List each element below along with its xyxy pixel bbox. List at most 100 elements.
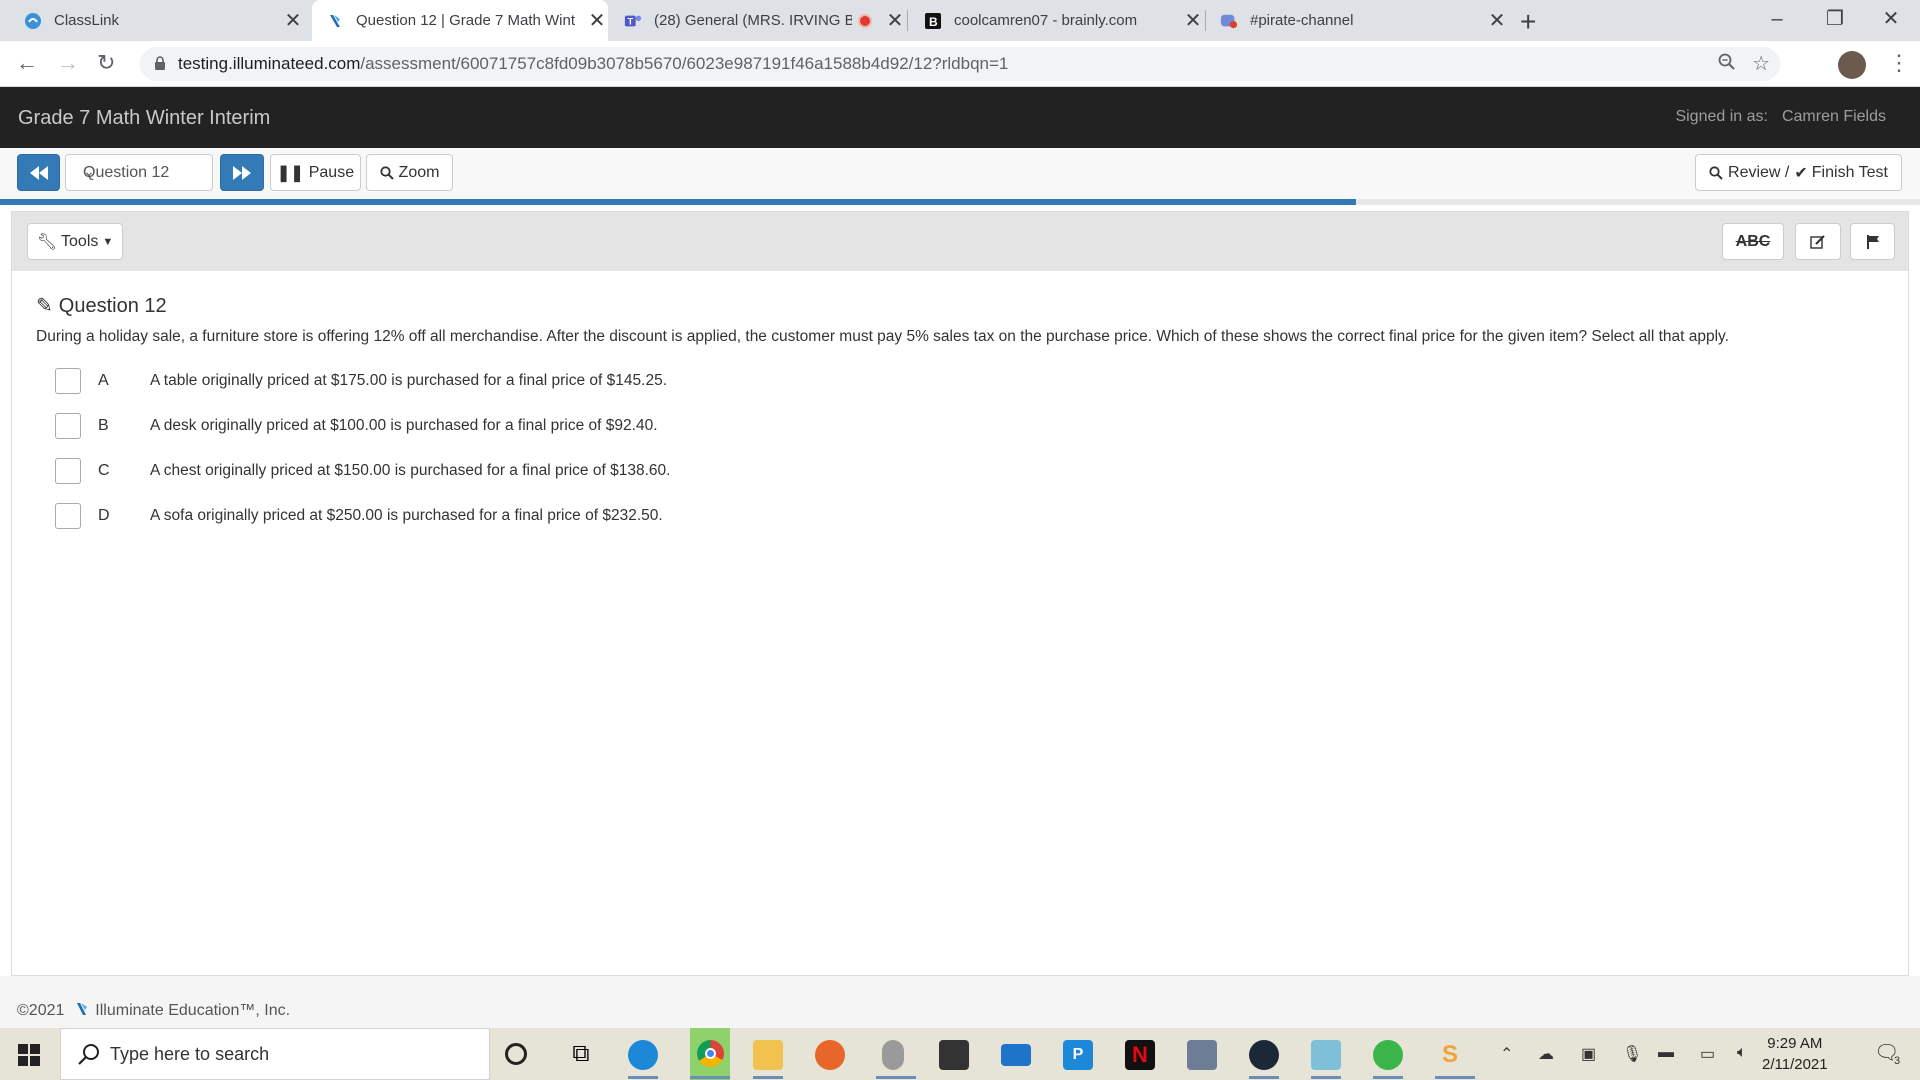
steam-icon[interactable]: [1249, 1040, 1279, 1070]
file-explorer-icon[interactable]: [753, 1040, 783, 1070]
s-app-icon[interactable]: S: [1435, 1040, 1465, 1070]
browser-tab-classlink[interactable]: ClassLink ✕: [14, 0, 304, 41]
browser-tab-question[interactable]: Question 12 | Grade 7 Math Wint ✕: [312, 0, 608, 41]
paper-app-icon[interactable]: [1311, 1040, 1341, 1070]
forward-icon[interactable]: →: [57, 50, 79, 76]
bookmark-star-icon[interactable]: ☆: [1752, 51, 1770, 76]
fast-forward-icon: [233, 165, 251, 180]
answer-checkbox[interactable]: [55, 368, 81, 394]
panel-toolbar: 🔧︎ Tools ▼ ABC: [12, 212, 1908, 271]
taskbar-search[interactable]: Type here to search: [60, 1028, 490, 1080]
choice-letter: A: [98, 372, 109, 389]
answer-choice-b[interactable]: B A desk originally priced at $100.00 is…: [55, 411, 658, 441]
notes-button[interactable]: [1795, 223, 1841, 260]
app-icon[interactable]: [1187, 1040, 1217, 1070]
browser-tab-discord[interactable]: #pirate-channel ✕: [1212, 0, 1508, 41]
pandora-icon[interactable]: P: [1063, 1040, 1093, 1070]
url-bar[interactable]: testing.illuminateed.com/assessment/6007…: [140, 47, 1780, 81]
question-title: ✎ Question 12: [36, 293, 167, 318]
reload-icon[interactable]: ↻: [97, 50, 115, 76]
assessment-toolbar: Question 12 ⌄ ❚❚ Pause Zoom Review / ✔ Fi…: [0, 148, 1920, 199]
question-title-text: Question 12: [58, 295, 167, 317]
answer-checkbox[interactable]: [55, 413, 81, 439]
mouse-app-icon[interactable]: [882, 1040, 904, 1070]
onedrive-icon[interactable]: ☁: [1538, 1044, 1554, 1064]
svg-text:B: B: [929, 15, 938, 29]
tab-title: Question 12 | Grade 7 Math Wint: [356, 12, 576, 29]
netflix-icon[interactable]: N: [1125, 1040, 1155, 1070]
tools-dropdown-button[interactable]: 🔧︎ Tools ▼: [27, 223, 123, 260]
browser-tab-brainly[interactable]: B coolcamren07 - brainly.com ✕: [914, 0, 1204, 41]
pause-button[interactable]: ❚❚ Pause: [270, 154, 361, 191]
running-indicator: [628, 1076, 658, 1079]
store-icon[interactable]: [939, 1040, 969, 1070]
profile-avatar[interactable]: [1838, 51, 1866, 79]
close-window-icon[interactable]: ✕: [1862, 0, 1920, 41]
address-toolbar: ← → ↻ testing.illuminateed.com/assessmen…: [0, 41, 1920, 87]
firefox-icon[interactable]: [815, 1040, 845, 1070]
zoom-label: Zoom: [398, 163, 440, 181]
signed-in-label: Signed in as:: [1675, 108, 1768, 125]
signed-in-info: Signed in as: Camren Fields: [1675, 108, 1886, 126]
zoom-magnifier-icon[interactable]: [1718, 53, 1736, 77]
task-view-icon[interactable]: ⧉: [566, 1040, 596, 1070]
cortana-icon[interactable]: [505, 1043, 527, 1065]
chevron-down-icon: ⌄: [83, 163, 95, 179]
answer-choice-a[interactable]: A A table originally priced at $175.00 i…: [55, 366, 667, 396]
question-select[interactable]: Question 12 ⌄: [65, 154, 213, 191]
question-stem: During a holiday sale, a furniture store…: [36, 328, 1729, 345]
microphone-icon[interactable]: 🎙︎: [1622, 1044, 1642, 1064]
battery-icon[interactable]: ▬: [1658, 1044, 1674, 1062]
network-icon[interactable]: ▭: [1700, 1044, 1715, 1064]
answer-choice-c[interactable]: C A chest originally priced at $150.00 i…: [55, 456, 670, 486]
illuminate-icon: [326, 12, 344, 30]
vpn-icon[interactable]: [1373, 1040, 1403, 1070]
meet-now-icon[interactable]: ▣: [1581, 1044, 1596, 1064]
close-tab-icon[interactable]: ✕: [586, 8, 608, 33]
back-icon[interactable]: ←: [16, 50, 38, 76]
running-indicator: [876, 1076, 916, 1079]
minimize-icon[interactable]: –: [1748, 0, 1806, 41]
close-tab-icon[interactable]: ✕: [1486, 8, 1508, 33]
close-tab-icon[interactable]: ✕: [1182, 8, 1204, 33]
illuminate-logo-icon: [76, 1003, 87, 1015]
lock-icon: [154, 56, 166, 76]
classlink-icon: [24, 12, 42, 30]
teams-icon: T: [624, 12, 642, 30]
pause-icon: ❚❚: [276, 164, 304, 182]
restore-icon[interactable]: ❐: [1806, 0, 1864, 41]
wrench-icon: 🔧︎: [36, 233, 58, 251]
tray-chevron-icon[interactable]: ⌃: [1500, 1044, 1513, 1064]
app-header: Grade 7 Math Winter Interim Signed in as…: [0, 87, 1920, 148]
taskbar-clock[interactable]: 9:29 AM 2/11/2021: [1762, 1033, 1828, 1075]
mail-icon[interactable]: [1001, 1044, 1031, 1066]
edge-icon[interactable]: [628, 1040, 658, 1070]
close-tab-icon[interactable]: ✕: [884, 8, 906, 33]
running-indicator: [753, 1076, 783, 1079]
answer-checkbox[interactable]: [55, 503, 81, 529]
review-label: Review /: [1728, 163, 1790, 181]
check-icon: ✔: [1794, 164, 1808, 182]
new-tab-icon[interactable]: +: [1520, 6, 1536, 38]
strikethrough-abc-button[interactable]: ABC: [1722, 223, 1784, 260]
url-text: testing.illuminateed.com/assessment/6007…: [178, 54, 1008, 74]
answer-checkbox[interactable]: [55, 458, 81, 484]
next-question-button[interactable]: [220, 154, 264, 191]
choice-letter: C: [98, 462, 110, 479]
question-panel: 🔧︎ Tools ▼ ABC ✎ Question 12 During a hol…: [11, 211, 1909, 976]
flag-button[interactable]: [1850, 223, 1895, 260]
browser-tab-teams[interactable]: T (28) General (MRS. IRVING B ✕: [616, 0, 906, 41]
previous-question-button[interactable]: [17, 154, 60, 191]
svg-text:T: T: [628, 16, 634, 26]
review-finish-button[interactable]: Review / ✔ Finish Test: [1695, 154, 1902, 191]
search-icon: [379, 165, 394, 180]
volume-icon[interactable]: 🔈︎: [1737, 1044, 1747, 1062]
answer-choice-d[interactable]: D A sofa originally priced at $250.00 is…: [55, 501, 663, 531]
close-tab-icon[interactable]: ✕: [282, 8, 304, 33]
tab-title: coolcamren07 - brainly.com: [954, 12, 1138, 29]
chrome-menu-icon[interactable]: ⋮: [1888, 50, 1910, 76]
zoom-button[interactable]: Zoom: [366, 154, 453, 191]
windows-start-icon[interactable]: [18, 1044, 40, 1066]
notification-count: 3: [1894, 1055, 1901, 1067]
chrome-icon[interactable]: [690, 1028, 730, 1080]
